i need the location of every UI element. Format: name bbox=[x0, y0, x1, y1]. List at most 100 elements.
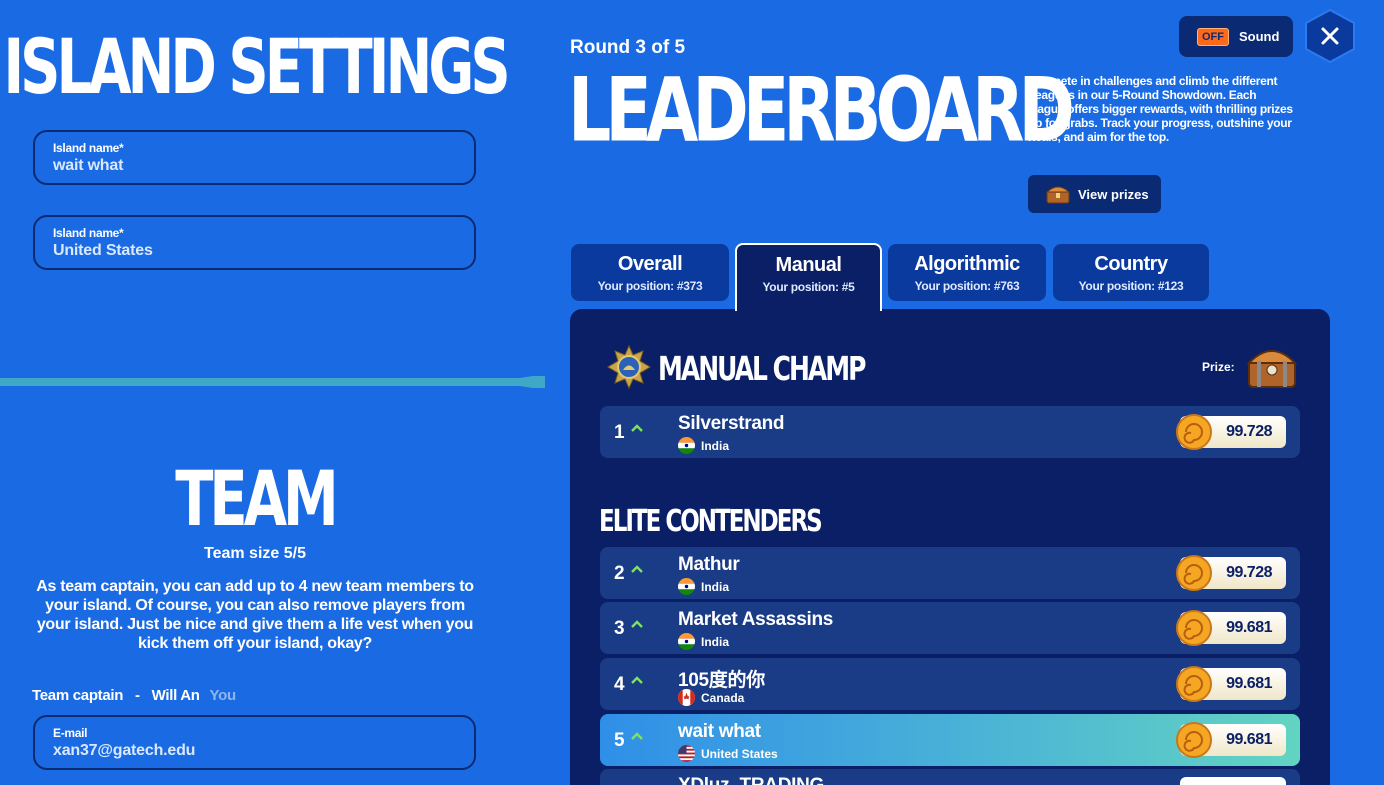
usa-flag-icon bbox=[678, 745, 695, 762]
rank-up-icon bbox=[631, 676, 643, 684]
tab-overall[interactable]: Overall Your position: #373 bbox=[571, 244, 729, 301]
row-country: India bbox=[678, 578, 729, 595]
island-name-label: Island name* bbox=[53, 141, 124, 155]
row-score-value: 99.728 bbox=[1226, 423, 1272, 440]
sound-toggle-button[interactable]: OFF Sound bbox=[1179, 16, 1293, 57]
row-country-name: India bbox=[701, 579, 730, 594]
row-score: 99.728 bbox=[1176, 555, 1286, 591]
island-settings-title: ISLAND SETTINGS bbox=[3, 24, 510, 112]
shell-coin-icon bbox=[1176, 555, 1212, 591]
row-name: Market Assassins bbox=[678, 609, 834, 630]
leaderboard-row[interactable]: XDluz_TRADING bbox=[600, 769, 1300, 785]
india-flag-icon bbox=[678, 633, 695, 650]
sound-off-badge: OFF bbox=[1197, 27, 1229, 46]
india-flag-icon bbox=[678, 437, 695, 454]
captain-label: Team captain bbox=[32, 687, 124, 704]
shell-coin-icon bbox=[1176, 666, 1212, 702]
tab-manual[interactable]: Manual Your position: #5 bbox=[735, 243, 882, 311]
island-country-label: Island name* bbox=[53, 226, 124, 240]
leaderboard-row[interactable]: 2 Mathur India 99.728 bbox=[600, 547, 1300, 599]
tab-overall-position: Your position: #373 bbox=[597, 279, 703, 293]
island-settings-panel: ISLAND SETTINGS Island name* wait what I… bbox=[0, 0, 545, 785]
treasure-chest-icon bbox=[1046, 186, 1070, 204]
leaderboard-title: LEADERBOARD bbox=[568, 60, 1075, 163]
row-score-value: 99.681 bbox=[1226, 619, 1272, 636]
tab-manual-position: Your position: #5 bbox=[762, 280, 855, 294]
tab-country[interactable]: Country Your position: #123 bbox=[1053, 244, 1209, 301]
tab-manual-name: Manual bbox=[775, 254, 842, 276]
tab-country-name: Country bbox=[1094, 253, 1168, 275]
captain-name: Will An bbox=[151, 687, 200, 704]
team-title: TEAM bbox=[175, 456, 339, 544]
row-rank: 4 bbox=[614, 674, 625, 695]
you-label: You bbox=[209, 687, 237, 704]
team-captain-line: Team captain - Will An You bbox=[32, 687, 236, 704]
row-country: India bbox=[678, 437, 729, 454]
prize-label: Prize: bbox=[1202, 360, 1235, 374]
island-name-value[interactable]: wait what bbox=[53, 157, 456, 175]
shell-coin-icon bbox=[1176, 722, 1212, 758]
email-field[interactable]: E-mail xan37@gatech.edu bbox=[33, 715, 476, 770]
row-score: 99.681 bbox=[1176, 610, 1286, 646]
shell-coin-icon bbox=[1176, 414, 1212, 450]
row-name: Silverstrand bbox=[678, 413, 785, 434]
tab-algorithmic-position: Your position: #763 bbox=[914, 279, 1020, 293]
row-score: 99.681 bbox=[1176, 722, 1286, 758]
row-score bbox=[1180, 777, 1286, 785]
rank-up-icon bbox=[631, 732, 643, 740]
sound-label: Sound bbox=[1239, 29, 1280, 44]
row-score: 99.728 bbox=[1176, 414, 1286, 450]
row-score-value: 99.681 bbox=[1226, 675, 1272, 692]
tab-overall-name: Overall bbox=[617, 253, 683, 275]
section-divider bbox=[0, 376, 545, 388]
row-name: Mathur bbox=[678, 554, 740, 575]
prize-chest-icon bbox=[1246, 350, 1298, 388]
leaderboard-row[interactable]: 3 Market Assassins India 99.681 bbox=[600, 602, 1300, 654]
tab-country-position: Your position: #123 bbox=[1078, 279, 1184, 293]
view-prizes-button[interactable]: View prizes bbox=[1028, 175, 1161, 213]
tab-algorithmic-name: Algorithmic bbox=[914, 253, 1020, 275]
rank-up-icon bbox=[631, 565, 643, 573]
team-size: Team size 5/5 bbox=[204, 545, 306, 562]
island-country-value[interactable]: United States bbox=[53, 242, 456, 260]
team-description: As team captain, you can add up to 4 new… bbox=[36, 578, 474, 652]
tab-algorithmic[interactable]: Algorithmic Your position: #763 bbox=[888, 244, 1046, 301]
row-score: 99.681 bbox=[1176, 666, 1286, 702]
island-country-field[interactable]: Island name* United States bbox=[33, 215, 476, 270]
row-country-name: Canada bbox=[701, 690, 745, 705]
row-score-value: 99.728 bbox=[1226, 564, 1272, 581]
round-indicator: Round 3 of 5 bbox=[570, 37, 686, 58]
row-rank: 1 bbox=[614, 422, 625, 443]
india-flag-icon bbox=[678, 578, 695, 595]
close-button[interactable] bbox=[1304, 8, 1356, 64]
shell-coin-icon bbox=[1176, 610, 1212, 646]
compass-badge-icon bbox=[607, 345, 651, 389]
row-rank: 2 bbox=[614, 563, 625, 584]
elite-contenders-title: ELITE CONTENDERS bbox=[599, 505, 823, 539]
row-country: India bbox=[678, 633, 729, 650]
row-country: Canada bbox=[678, 689, 744, 706]
row-rank: 3 bbox=[614, 618, 625, 639]
rank-up-icon bbox=[631, 424, 643, 432]
leaderboard-row-current-user[interactable]: 5 wait what United States 99.681 bbox=[600, 714, 1300, 766]
captain-separator: - bbox=[135, 687, 140, 704]
canada-flag-icon bbox=[678, 689, 695, 706]
leaderboard-description: Compete in challenges and climb the diff… bbox=[1028, 74, 1293, 144]
row-rank: 5 bbox=[614, 730, 625, 751]
row-country-name: India bbox=[701, 634, 730, 649]
row-country-name: India bbox=[701, 438, 730, 453]
leaderboard-row[interactable]: 4 105度的你 Canada 99.681 bbox=[600, 658, 1300, 710]
row-name: 105度的你 bbox=[678, 670, 765, 691]
row-country-name: United States bbox=[701, 746, 778, 761]
manual-champ-title: MANUAL CHAMP bbox=[658, 350, 866, 388]
row-name: XDluz_TRADING bbox=[678, 775, 824, 785]
row-name: wait what bbox=[678, 721, 761, 742]
view-prizes-label: View prizes bbox=[1078, 186, 1149, 202]
row-score-value: 99.681 bbox=[1226, 731, 1272, 748]
rank-up-icon bbox=[631, 620, 643, 628]
row-country: United States bbox=[678, 745, 778, 762]
email-label: E-mail bbox=[53, 726, 88, 740]
leaderboard-row[interactable]: 1 Silverstrand India 99.728 bbox=[600, 406, 1300, 458]
email-value[interactable]: xan37@gatech.edu bbox=[53, 742, 456, 760]
island-name-field[interactable]: Island name* wait what bbox=[33, 130, 476, 185]
